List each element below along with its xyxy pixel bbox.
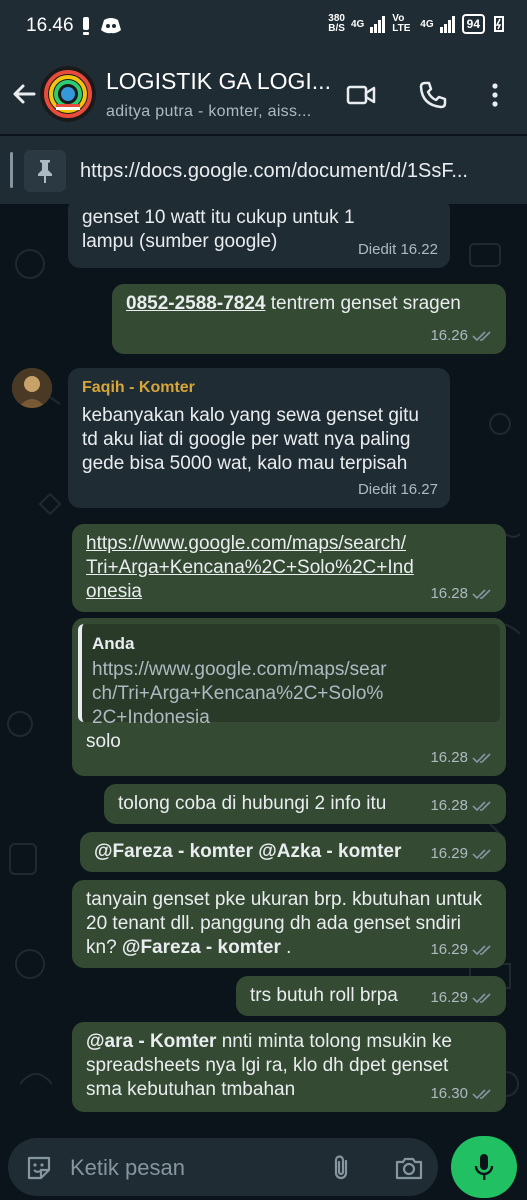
read-ticks-icon [472, 801, 491, 812]
mention-link[interactable]: @Fareza - komter [122, 937, 281, 958]
message-bubble-outgoing[interactable]: @ara - Komter nnti minta tolong msukin k… [72, 1022, 506, 1112]
message-meta: 16.29 [430, 938, 494, 962]
net-speed: 380 B/S [328, 14, 345, 34]
message-timestamp: 16.28 [430, 585, 468, 602]
group-title[interactable]: LOGISTIK GA LOGI... [106, 68, 331, 95]
message-text-line: @ara - Komter nnti minta tolong msukin k… [86, 1030, 476, 1102]
sender-photo-icon [12, 368, 52, 408]
read-ticks-icon [472, 331, 491, 342]
message-bubble-outgoing[interactable]: https://www.google.com/maps/search/Tri+A… [72, 524, 506, 612]
message-timestamp: 16.30 [430, 1085, 468, 1102]
more-options-icon[interactable] [480, 80, 510, 110]
read-ticks-icon [472, 945, 491, 956]
message-timestamp: Diedit 16.27 [357, 481, 438, 498]
message-text: kebanyakan kalo yang sewa genset gitu td… [82, 405, 419, 474]
sender-avatar[interactable] [12, 368, 52, 408]
discord-icon [101, 18, 121, 34]
message-bubble-outgoing[interactable]: tanyain genset pke ukuran brp. kbutuhan … [72, 880, 506, 968]
message-text-line: 0852-2588-7824 tentrem genset sragen [126, 292, 492, 316]
network-label-1: 4G [350, 18, 365, 30]
message-timestamp: 16.28 [430, 797, 468, 814]
quoted-message[interactable]: Anda https://www.google.com/maps/search/… [78, 624, 500, 728]
net-speed-unit: B/S [328, 23, 345, 34]
message-meta: Diedit 16.27 [358, 478, 438, 502]
signal-icon [370, 16, 386, 33]
quoted-author: Anda [92, 634, 135, 653]
message-timestamp: 16.26 [430, 327, 468, 344]
message-bubble-outgoing[interactable]: Anda https://www.google.com/maps/search/… [72, 618, 506, 776]
voice-message-button[interactable] [451, 1136, 517, 1198]
video-call-icon[interactable] [346, 80, 376, 110]
battery-indicator: 94 [461, 14, 485, 34]
message-text: genset 10 watt itu cukup untuk 1 lampu (… [82, 207, 355, 252]
message-meta: 16.26 [430, 324, 494, 348]
notification-alert-icon [83, 17, 89, 35]
notification-icons [82, 16, 122, 36]
back-arrow-icon[interactable] [8, 78, 40, 110]
message-timestamp: 16.29 [430, 845, 468, 862]
group-avatar[interactable] [40, 66, 96, 122]
message-meta: 16.29 [430, 842, 494, 866]
microphone-icon [474, 1154, 494, 1180]
camera-icon[interactable] [394, 1153, 424, 1183]
message-text-tail: . [280, 937, 292, 958]
mention-link[interactable]: @Azka - komter [258, 841, 401, 862]
group-logo-icon [40, 66, 96, 122]
message-bubble-incoming[interactable]: Faqih - Komter kebanyakan kalo yang sewa… [68, 368, 450, 508]
system-status: 380 B/S 4G Vo LTE 4G 94 [328, 14, 507, 34]
message-meta: 16.28 [430, 746, 494, 770]
message-text: tentrem genset sragen [265, 293, 461, 314]
chat-area[interactable]: genset 10 watt itu cukup untuk 1 lampu (… [0, 204, 527, 1136]
message-input[interactable]: Ketik pesan [8, 1138, 438, 1196]
read-ticks-icon [472, 753, 491, 764]
message-meta: 16.28 [430, 582, 494, 606]
pinned-indicator [10, 152, 13, 188]
charging-icon [494, 16, 504, 32]
status-bar: 16.46 380 B/S 4G Vo LTE 4G 94 [0, 0, 527, 54]
emoji-sticker-icon[interactable] [24, 1153, 54, 1183]
sender-name[interactable]: Faqih - Komter [82, 376, 436, 400]
mention-link[interactable]: @ara - Komter [86, 1031, 216, 1052]
read-ticks-icon [472, 849, 491, 860]
message-input-placeholder: Ketik pesan [70, 1155, 185, 1180]
group-members[interactable]: aditya putra - komter, aiss... [106, 103, 312, 121]
voice-call-icon[interactable] [418, 80, 448, 110]
read-ticks-icon [472, 1089, 491, 1100]
maps-link[interactable]: https://www.google.com/maps/search/Tri+A… [86, 532, 416, 604]
message-timestamp: 16.29 [430, 941, 468, 958]
message-meta: Diedit 16.22 [358, 238, 438, 262]
message-meta: 16.30 [430, 1082, 494, 1106]
pin-icon-box [24, 150, 66, 192]
chat-header: LOGISTIK GA LOGI... aditya putra - komte… [0, 54, 527, 134]
pinned-message-text: https://docs.google.com/document/d/1SsF.… [80, 160, 468, 182]
message-composer: Ketik pesan [0, 1136, 527, 1200]
pinned-message-bar[interactable]: https://docs.google.com/document/d/1SsF.… [0, 136, 527, 204]
attach-icon[interactable] [326, 1153, 356, 1183]
message-bubble-outgoing[interactable]: 0852-2588-7824 tentrem genset sragen 16.… [112, 284, 506, 354]
pin-icon [38, 160, 52, 183]
message-bubble-outgoing[interactable]: trs butuh roll brpa 16.29 [236, 976, 506, 1016]
message-bubble-incoming[interactable]: genset 10 watt itu cukup untuk 1 lampu (… [68, 204, 450, 268]
message-bubble-outgoing[interactable]: @Fareza - komter @Azka - komter 16.29 [80, 832, 506, 872]
volte-label: Vo LTE [392, 13, 411, 34]
message-meta: 16.28 [430, 794, 494, 818]
read-ticks-icon [472, 993, 491, 1004]
read-ticks-icon [472, 589, 491, 600]
signal-icon-2 [439, 16, 455, 33]
quoted-text: https://www.google.com/maps/search/Tri+A… [92, 659, 387, 728]
phone-number-link[interactable]: 0852-2588-7824 [126, 293, 265, 314]
message-meta: 16.29 [430, 986, 494, 1010]
message-timestamp: 16.28 [430, 749, 468, 766]
status-time: 16.46 [26, 15, 74, 36]
message-timestamp: 16.29 [430, 989, 468, 1006]
message-bubble-outgoing[interactable]: tolong coba di hubungi 2 info itu 16.28 [104, 784, 506, 824]
mention-link[interactable]: @Fareza - komter [94, 841, 253, 862]
network-label-2: 4G [420, 18, 434, 30]
message-text-line: tanyain genset pke ukuran brp. kbutuhan … [86, 888, 486, 960]
message-timestamp: Diedit 16.22 [357, 241, 438, 258]
